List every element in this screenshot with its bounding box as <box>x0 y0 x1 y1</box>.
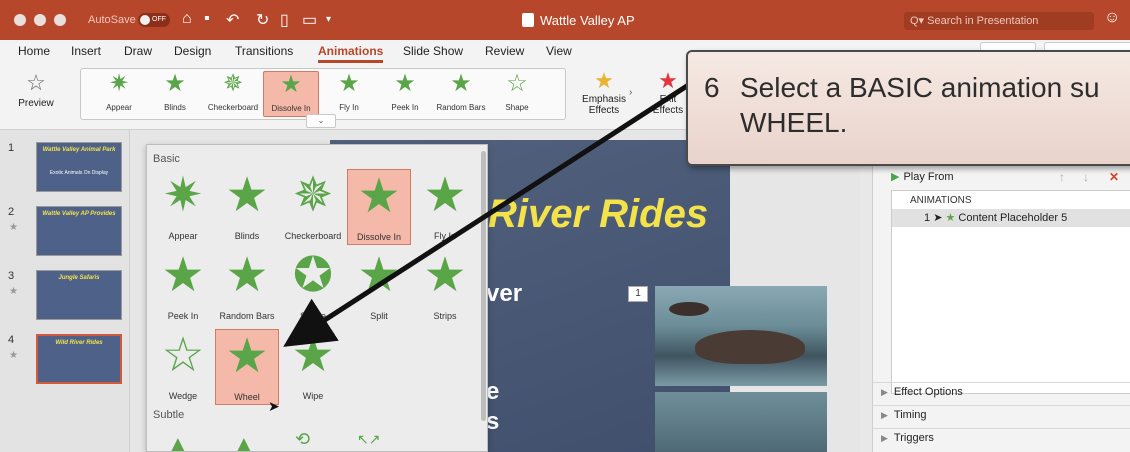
arrow-line <box>283 81 692 347</box>
callout-text: 6 Select a BASIC animation su WHEEL. <box>704 72 1100 138</box>
instruction-callout: 6 Select a BASIC animation su WHEEL. <box>686 50 1130 166</box>
